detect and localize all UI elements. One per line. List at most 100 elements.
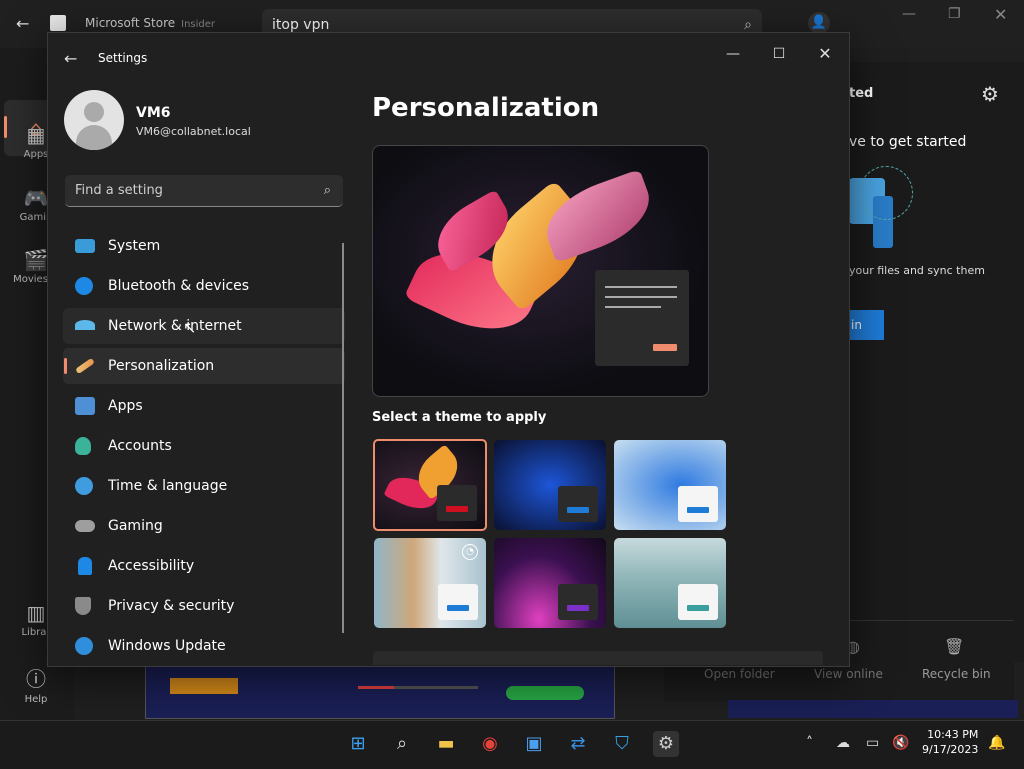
- store-maximize-button[interactable]: ❐: [948, 6, 961, 22]
- nav-label: Privacy & security: [108, 598, 235, 614]
- maximize-button[interactable]: ☐: [756, 39, 802, 69]
- teamviewer-icon[interactable]: ⇄: [565, 731, 591, 757]
- nav-item-apps[interactable]: Apps: [63, 388, 345, 424]
- nav-label: Personalization: [108, 358, 215, 374]
- nav-label: Network & internet: [108, 318, 242, 334]
- rail-label: Apps: [23, 149, 49, 160]
- theme-label: Select a theme to apply: [372, 410, 547, 425]
- nav-item-bluetooth[interactable]: Bluetooth & devices: [63, 268, 345, 304]
- banner-go-button: [506, 686, 584, 700]
- settings-gear-icon[interactable]: ⚙: [653, 731, 679, 757]
- store-icon[interactable]: ▣: [521, 731, 547, 757]
- start-windows-icon[interactable]: ⊞: [345, 731, 371, 757]
- view-online-link[interactable]: View online: [814, 667, 883, 681]
- theme-thumbnail-glow-purple[interactable]: [494, 538, 606, 628]
- clock-time: 10:43 PM: [927, 728, 979, 741]
- notification-bell-icon[interactable]: 🔔: [988, 735, 1005, 751]
- brush-icon: [75, 357, 95, 375]
- theme-thumbnail-glow-dark[interactable]: [373, 439, 487, 531]
- nav-scrollbar[interactable]: [342, 243, 344, 633]
- user-name: VM6: [136, 105, 171, 121]
- wifi-icon: [75, 320, 95, 330]
- theme-thumbnail-lake[interactable]: [614, 538, 726, 628]
- theme-thumbnail-bloom-light[interactable]: [614, 440, 726, 530]
- minimize-button[interactable]: —: [710, 39, 756, 69]
- settings-window: ← Settings — ☐ ✕ VM6 VM6@collabnet.local…: [47, 32, 850, 667]
- rail-label: Help: [24, 694, 48, 705]
- banner-bar-fill: [358, 686, 394, 689]
- nav-label: System: [108, 238, 161, 254]
- sign-in-label: in: [851, 318, 862, 332]
- defender-shield-icon[interactable]: ⛉: [609, 731, 635, 757]
- theme-preview: [372, 145, 709, 397]
- right-subtext: your files and sync them: [849, 264, 985, 277]
- taskbar: ⊞ ⌕ ▬ ◉ ▣ ⇄ ⛉ ⚙ ˄ ☁ ▭ 🔇 🔔: [0, 720, 1024, 769]
- chrome-icon[interactable]: ◉: [477, 731, 503, 757]
- clock-date: 9/17/2023: [922, 743, 979, 756]
- nav-item-accounts[interactable]: Accounts: [63, 428, 345, 464]
- open-folder-link[interactable]: Open folder: [704, 667, 775, 681]
- accessibility-icon: [78, 557, 92, 575]
- next-section-card: [373, 651, 823, 665]
- store-right-panel: ted ⚙ ve to get started your files and s…: [848, 62, 1024, 662]
- nav-label: Time & language: [108, 478, 228, 494]
- person-icon: [75, 437, 91, 455]
- search-icon: ⌕: [323, 183, 331, 198]
- nav-item-network[interactable]: Network & internet ↖: [63, 308, 345, 344]
- nav-label: Bluetooth & devices: [108, 278, 250, 294]
- nav-label: Gaming: [108, 518, 163, 534]
- rail-help[interactable]: ⓘ Help: [4, 663, 68, 705]
- close-button[interactable]: ✕: [802, 39, 848, 69]
- theme-thumbnail-bloom-dark[interactable]: [494, 440, 606, 530]
- back-arrow-icon[interactable]: ←: [64, 49, 77, 68]
- nav-item-time-language[interactable]: Time & language: [63, 468, 345, 504]
- nav-label: Accounts: [108, 438, 172, 454]
- settings-nav: System Bluetooth & devices Network & int…: [63, 228, 345, 668]
- account-icon[interactable]: 👤: [808, 12, 830, 34]
- recycle-bin-link[interactable]: Recycle bin: [922, 667, 991, 681]
- gear-icon[interactable]: ⚙: [981, 82, 999, 106]
- shield-icon: [75, 597, 91, 615]
- nav-item-windows-update[interactable]: Windows Update: [63, 628, 345, 664]
- sync-icon: [75, 637, 93, 655]
- taskbar-clock[interactable]: 10:43 PM 9/17/2023: [922, 727, 978, 757]
- search-icon[interactable]: ⌕: [389, 731, 415, 757]
- chevron-up-icon[interactable]: ˄: [806, 735, 813, 751]
- dynamic-theme-icon: ◔: [462, 544, 478, 560]
- preview-window-mockup: [595, 270, 689, 366]
- store-app-title: Microsoft Store: [85, 16, 176, 30]
- store-logo-icon: [50, 15, 66, 31]
- bluetooth-icon: [75, 277, 93, 295]
- onedrive-icon[interactable]: ☁: [836, 735, 850, 751]
- nav-item-privacy-security[interactable]: Privacy & security: [63, 588, 345, 624]
- help-icon: ⓘ: [26, 667, 46, 691]
- network-icon[interactable]: ▭: [866, 735, 879, 751]
- banner-button: [170, 678, 238, 694]
- sign-in-button[interactable]: in: [849, 310, 884, 340]
- theme-thumbnail-flowers[interactable]: ◔: [374, 538, 486, 628]
- gamepad-icon: [75, 520, 95, 532]
- sync-illustration: [849, 166, 913, 248]
- right-text: ve to get started: [849, 134, 967, 150]
- store-insider-badge: Insider: [181, 19, 216, 30]
- store-close-button[interactable]: ✕: [994, 5, 1007, 24]
- nav-item-personalization[interactable]: Personalization: [63, 348, 345, 384]
- page-title: Personalization: [372, 93, 600, 123]
- settings-title: Settings: [98, 51, 148, 65]
- find-setting-input[interactable]: Find a setting ⌕: [65, 175, 343, 207]
- store-minimize-button[interactable]: —: [902, 6, 916, 22]
- user-email: VM6@collabnet.local: [136, 125, 251, 138]
- ad-banner-2[interactable]: [728, 700, 1018, 718]
- file-explorer-icon[interactable]: ▬: [433, 731, 459, 757]
- nav-item-system[interactable]: System: [63, 228, 345, 264]
- speaker-muted-icon[interactable]: 🔇: [892, 735, 909, 751]
- nav-item-accessibility[interactable]: Accessibility: [63, 548, 345, 584]
- nav-label: Apps: [108, 398, 143, 414]
- back-arrow-icon[interactable]: ←: [16, 14, 29, 33]
- nav-item-gaming[interactable]: Gaming: [63, 508, 345, 544]
- ad-banner[interactable]: [145, 665, 615, 719]
- avatar[interactable]: [64, 90, 124, 150]
- mouse-cursor-icon: ↖: [183, 318, 197, 337]
- system-icon: [75, 239, 95, 253]
- find-setting-placeholder: Find a setting: [75, 183, 163, 198]
